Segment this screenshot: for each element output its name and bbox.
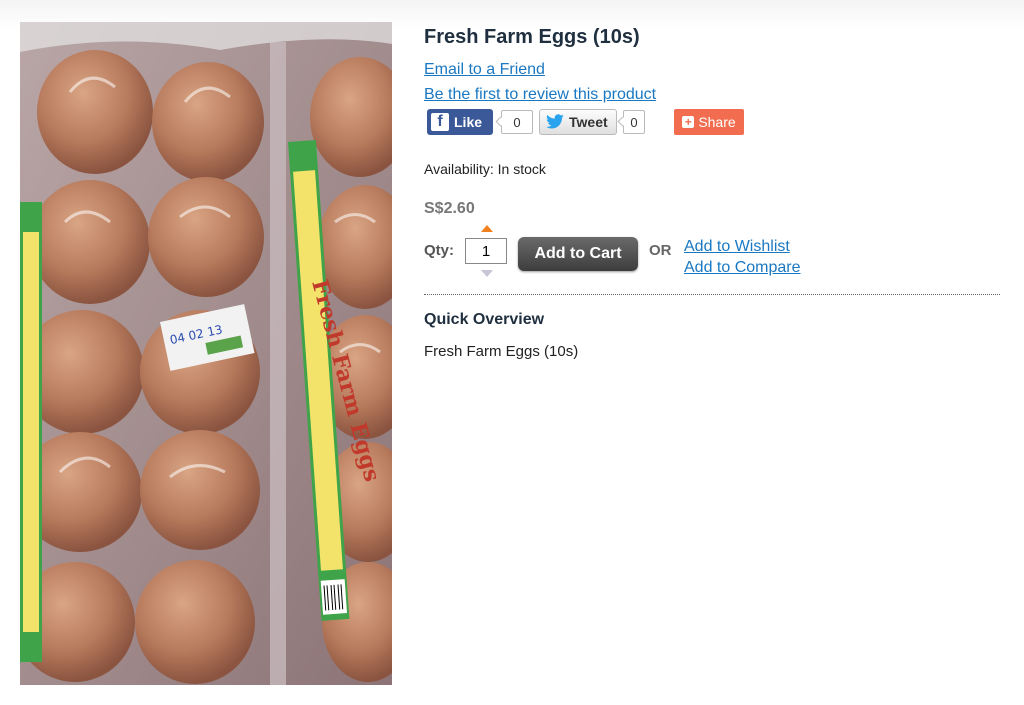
qty-input[interactable] (465, 238, 507, 264)
product-price: S$2.60 (424, 200, 475, 217)
twitter-bird-icon (546, 114, 564, 129)
or-separator: OR (649, 242, 672, 259)
email-friend-link[interactable]: Email to a Friend (424, 61, 545, 79)
write-review-link[interactable]: Be the first to review this product (424, 86, 656, 104)
product-info: Fresh Farm Eggs (10s) Email to a Friend … (424, 0, 1004, 705)
egg-tray-illustration: Fresh Farm Eggs 04 02 13 (20, 22, 392, 685)
qty-increase-arrow-icon[interactable] (481, 225, 493, 232)
facebook-like-button[interactable]: f Like (427, 109, 493, 135)
tweet-count: 0 (623, 110, 645, 134)
quick-overview-text: Fresh Farm Eggs (10s) (424, 343, 579, 360)
share-button[interactable]: + Share (674, 109, 744, 135)
like-count: 0 (501, 110, 533, 134)
share-label: Share (698, 114, 736, 130)
quick-overview-heading: Quick Overview (424, 311, 545, 328)
tweet-label: Tweet (569, 114, 608, 130)
product-image: Fresh Farm Eggs 04 02 13 (20, 22, 392, 685)
facebook-like-label: Like (454, 114, 483, 130)
availability-status: Availability: In stock (424, 161, 546, 177)
add-to-cart-button[interactable]: Add to Cart (518, 237, 638, 271)
product-title: Fresh Farm Eggs (10s) (424, 26, 640, 48)
facebook-icon: f (431, 113, 449, 131)
section-divider (424, 294, 1000, 295)
add-to-wishlist-link[interactable]: Add to Wishlist (684, 238, 790, 256)
social-buttons: f Like 0 Tweet 0 + Share (427, 108, 747, 136)
tweet-button[interactable]: Tweet (539, 109, 617, 135)
add-to-compare-link[interactable]: Add to Compare (684, 259, 801, 277)
qty-decrease-arrow-icon[interactable] (481, 270, 493, 277)
plus-icon: + (682, 116, 695, 128)
qty-label: Qty: (424, 242, 454, 259)
